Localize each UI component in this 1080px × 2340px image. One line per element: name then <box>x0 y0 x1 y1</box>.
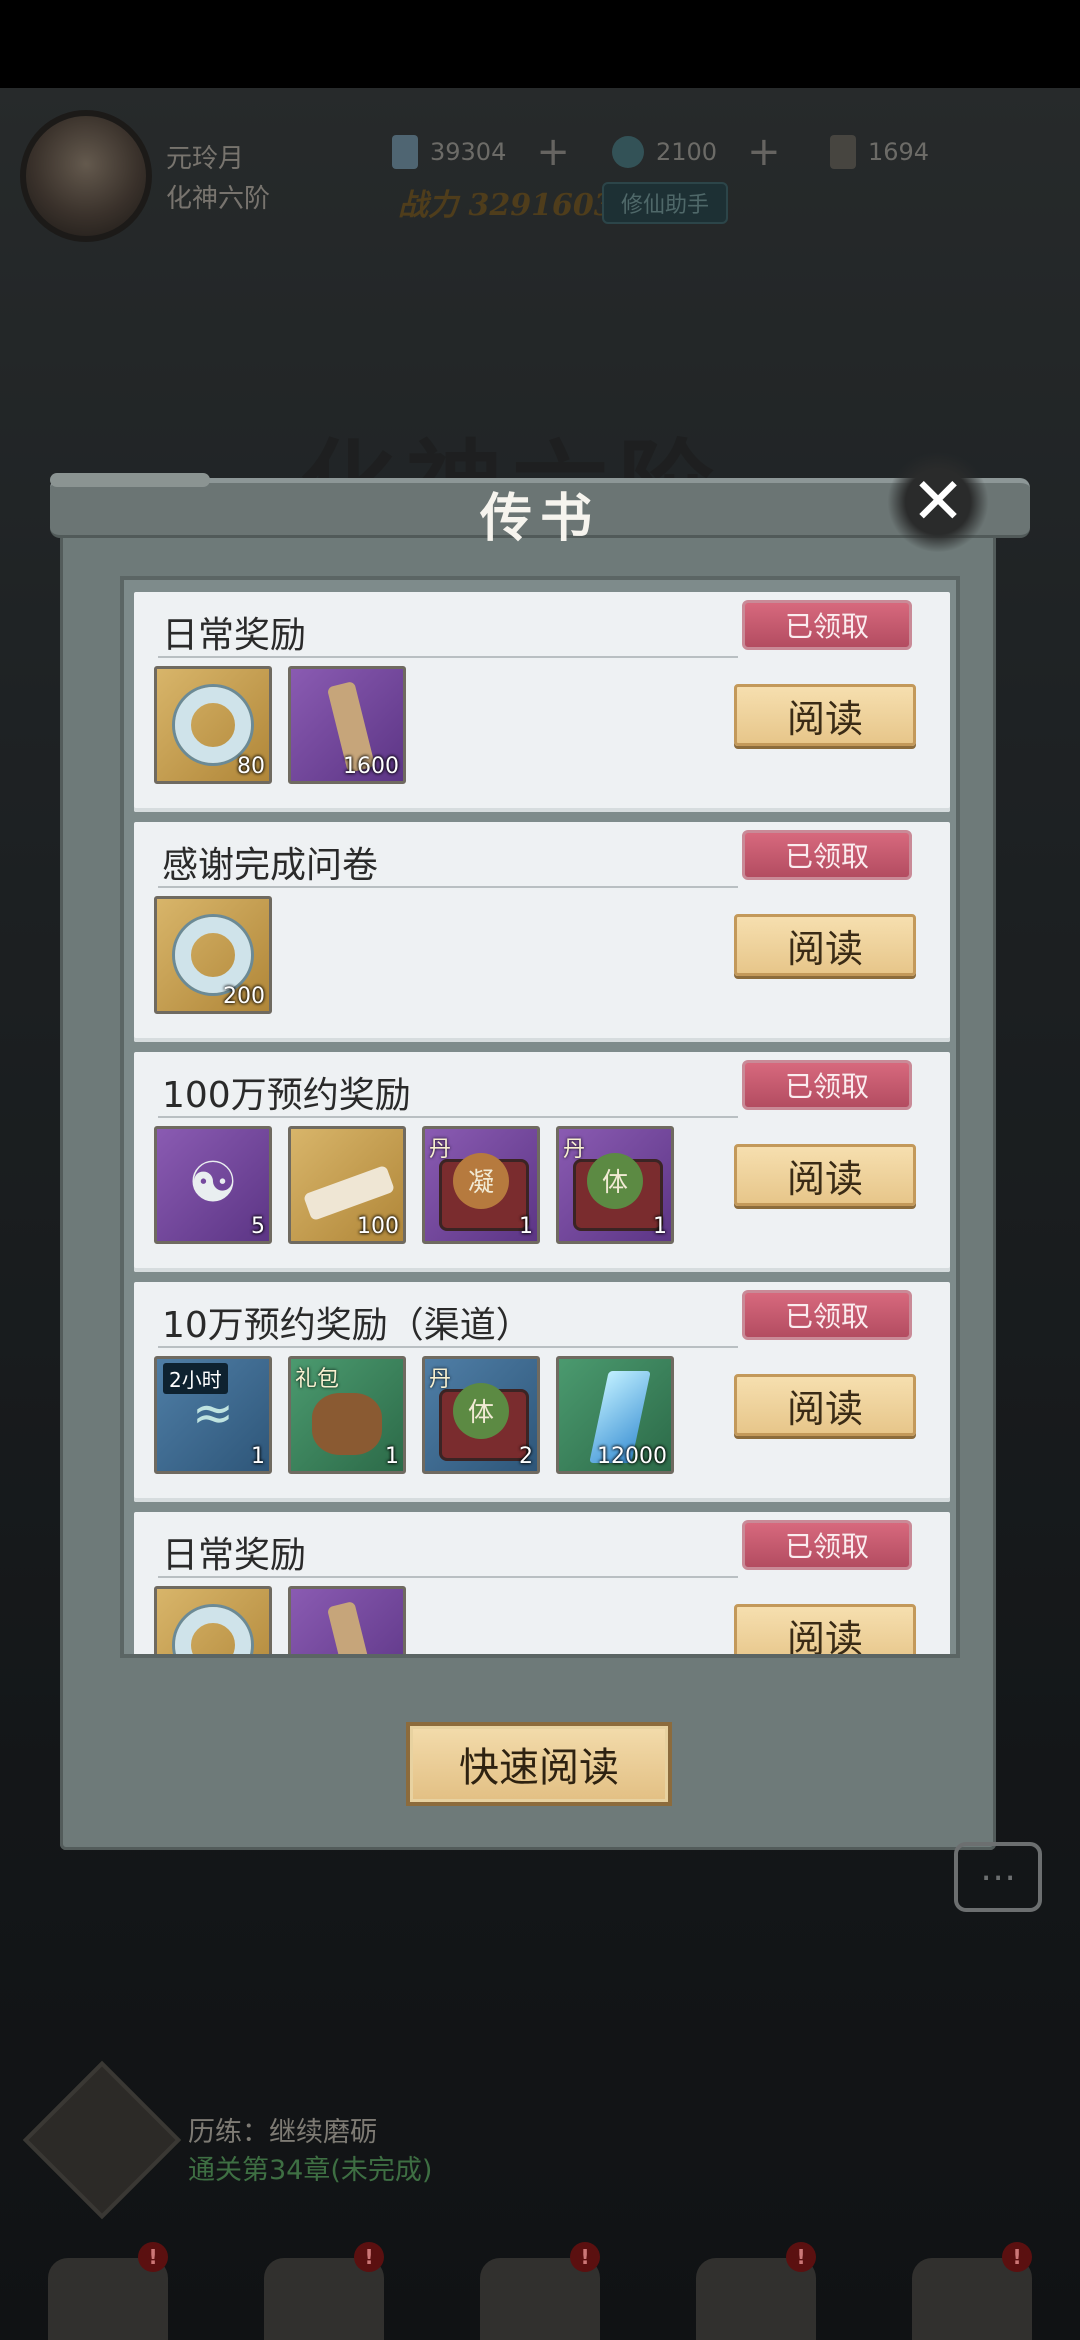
item-tag: 丹 <box>429 1137 452 1162</box>
reward-item[interactable]: 1600 <box>288 666 406 784</box>
nav-travel[interactable]: ! 云游 <box>234 2238 414 2340</box>
reward-item[interactable]: 80 <box>154 1586 272 1654</box>
reward-item[interactable]: 80 <box>154 666 272 784</box>
mail-card: 100万预约奖励 已领取 ☯ 5 100 凝 丹 1 体 丹 1 阅读 <box>134 1052 950 1272</box>
talisman-card-icon: ☯ <box>187 1150 239 1216</box>
nav-story[interactable]: ! 剧情 <box>882 2238 1062 2340</box>
item-quantity: 5 <box>251 1214 265 1239</box>
reward-item[interactable]: 200 <box>154 896 272 1014</box>
quest-progress[interactable]: 通关第34章(未完成) <box>188 2148 432 2187</box>
claimed-badge: 已领取 <box>742 1520 912 1570</box>
divider <box>158 1346 738 1348</box>
alert-badge-icon: ! <box>138 2242 168 2272</box>
item-tag: 丹 <box>429 1367 452 1392</box>
item-quantity: 1 <box>251 1444 265 1469</box>
gift-bag-icon <box>312 1392 382 1455</box>
bottom-navbar: ! 宗门 ! 云游 ! 修炼 ! 历练 ! 剧情 <box>0 2238 1080 2340</box>
read-button[interactable]: 阅读 <box>734 684 916 746</box>
mail-title: 100万预约奖励 <box>162 1075 411 1116</box>
mail-title: 日常奖励 <box>162 615 307 656</box>
item-quantity: 1600 <box>343 754 399 779</box>
item-quantity: 200 <box>223 984 265 1009</box>
alert-badge-icon: ! <box>786 2242 816 2272</box>
read-button[interactable]: 阅读 <box>734 1144 916 1206</box>
close-button[interactable]: ✕ <box>886 452 990 552</box>
mail-card: 日常奖励 已领取 80 1600 阅读 <box>134 592 950 812</box>
scroll-bundle-icon <box>302 1164 396 1222</box>
divider <box>158 886 738 888</box>
item-quantity: 1 <box>653 1214 667 1239</box>
mail-title: 日常奖励 <box>162 1535 307 1576</box>
item-quantity: 100 <box>357 1214 399 1239</box>
close-icon: ✕ <box>911 465 965 539</box>
reward-items: ☯ 5 100 凝 丹 1 体 丹 1 <box>154 1126 674 1244</box>
reward-items: 80 1600 <box>154 666 406 784</box>
divider <box>158 656 738 658</box>
divider <box>158 1116 738 1118</box>
chat-icon[interactable]: ⋯ <box>954 1842 1042 1912</box>
item-quantity: 2 <box>519 1444 533 1469</box>
alert-badge-icon: ! <box>1002 2242 1032 2272</box>
reward-items: ≈ 2小时 1 礼包 1 体 丹 2 12000 <box>154 1356 674 1474</box>
mail-card: 10万预约奖励（渠道） 已领取 ≈ 2小时 1 礼包 1 体 丹 2 12000… <box>134 1282 950 1502</box>
reward-item[interactable]: 1600 <box>288 1586 406 1654</box>
reward-item[interactable]: 礼包 1 <box>288 1356 406 1474</box>
claimed-badge: 已领取 <box>742 600 912 650</box>
jade-ring-icon <box>175 917 251 993</box>
reward-item[interactable]: 凝 丹 1 <box>422 1126 540 1244</box>
item-tag: 丹 <box>563 1137 586 1162</box>
pill-orb: 凝 <box>453 1152 509 1209</box>
reward-item[interactable]: 100 <box>288 1126 406 1244</box>
claimed-badge: 已领取 <box>742 1060 912 1110</box>
item-tag: 2小时 <box>163 1363 228 1394</box>
reward-item[interactable]: 体 丹 1 <box>556 1126 674 1244</box>
mail-title: 感谢完成问卷 <box>162 845 379 886</box>
reward-item[interactable]: 12000 <box>556 1356 674 1474</box>
quick-read-button[interactable]: 快速阅读 <box>406 1722 672 1806</box>
divider <box>158 1576 738 1578</box>
item-tag: 礼包 <box>295 1367 340 1392</box>
read-button[interactable]: 阅读 <box>734 1374 916 1436</box>
reward-item[interactable]: ≈ 2小时 1 <box>154 1356 272 1474</box>
item-quantity: 80 <box>237 754 265 779</box>
mail-title: 10万预约奖励（渠道） <box>162 1305 532 1346</box>
mail-card: 感谢完成问卷 已领取 200 阅读 <box>134 822 950 1042</box>
read-button[interactable]: 阅读 <box>734 914 916 976</box>
claimed-badge: 已领取 <box>742 830 912 880</box>
nav-cultivate[interactable]: ! 修炼 <box>450 2238 630 2340</box>
item-quantity: 12000 <box>597 1444 667 1469</box>
read-button[interactable]: 阅读 <box>734 1604 916 1654</box>
scroll-icon <box>326 1600 376 1654</box>
nav-sect[interactable]: ! 宗门 <box>18 2238 198 2340</box>
item-quantity: 1 <box>385 1444 399 1469</box>
pill-orb: 体 <box>587 1152 643 1209</box>
jade-ring-icon <box>175 687 251 763</box>
alert-badge-icon: ! <box>570 2242 600 2272</box>
mail-card: 日常奖励 已领取 80 1600 阅读 <box>134 1512 950 1654</box>
reward-items: 80 1600 <box>154 1586 406 1654</box>
pill-orb: 体 <box>453 1382 509 1439</box>
jade-ring-icon <box>175 1607 251 1654</box>
alert-badge-icon: ! <box>354 2242 384 2272</box>
mail-list[interactable]: 日常奖励 已领取 80 1600 阅读 感谢完成问卷 已领取 200 阅读 10… <box>120 576 960 1658</box>
item-quantity: 1 <box>519 1214 533 1239</box>
reward-items: 200 <box>154 896 272 1014</box>
nav-trials[interactable]: ! 历练 <box>666 2238 846 2340</box>
reward-item[interactable]: 体 丹 2 <box>422 1356 540 1474</box>
quest-title[interactable]: 历练：继续磨砺 <box>188 2110 377 2149</box>
claimed-badge: 已领取 <box>742 1290 912 1340</box>
reward-item[interactable]: ☯ 5 <box>154 1126 272 1244</box>
